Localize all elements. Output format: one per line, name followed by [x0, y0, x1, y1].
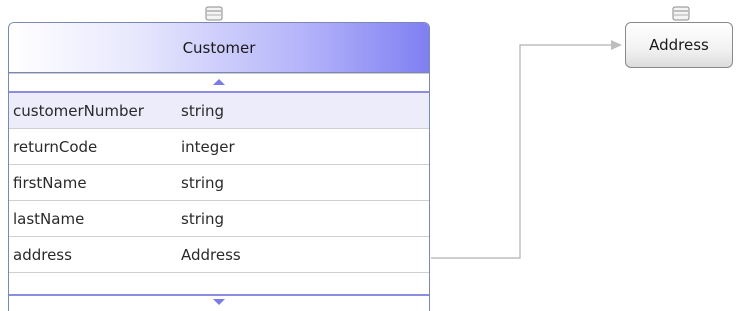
field-name: address: [13, 245, 72, 264]
field-type: Address: [181, 245, 241, 264]
customer-entity-header[interactable]: Customer: [9, 23, 429, 73]
customer-entity[interactable]: Customer customerNumber string returnCod…: [8, 22, 430, 311]
connector-line: [431, 44, 612, 259]
database-table-icon: [672, 6, 690, 21]
field-name: firstName: [13, 173, 87, 192]
address-entity[interactable]: Address: [625, 22, 733, 68]
scroll-down-button[interactable]: [9, 294, 429, 311]
scroll-up-button[interactable]: [9, 73, 429, 93]
table-row[interactable]: lastName string: [9, 201, 429, 237]
field-type: string: [181, 173, 225, 192]
triangle-up-icon: [213, 79, 225, 85]
database-table-icon: [205, 6, 223, 21]
field-name: lastName: [13, 209, 85, 228]
table-row[interactable]: returnCode integer: [9, 129, 429, 165]
field-type: integer: [181, 137, 235, 156]
entity-title: Address: [649, 36, 709, 54]
table-row[interactable]: firstName string: [9, 165, 429, 201]
table-row[interactable]: address Address: [9, 237, 429, 273]
diagram-canvas: Customer customerNumber string returnCod…: [0, 0, 736, 311]
entity-title: Customer: [182, 38, 256, 57]
field-name: customerNumber: [13, 101, 144, 120]
connector-arrowhead: [611, 40, 622, 50]
field-type: string: [181, 209, 225, 228]
field-type: string: [181, 101, 225, 120]
field-list: customerNumber string returnCode integer…: [9, 93, 429, 273]
triangle-down-icon: [213, 299, 225, 305]
table-row[interactable]: customerNumber string: [9, 93, 429, 129]
field-name: returnCode: [13, 137, 98, 156]
